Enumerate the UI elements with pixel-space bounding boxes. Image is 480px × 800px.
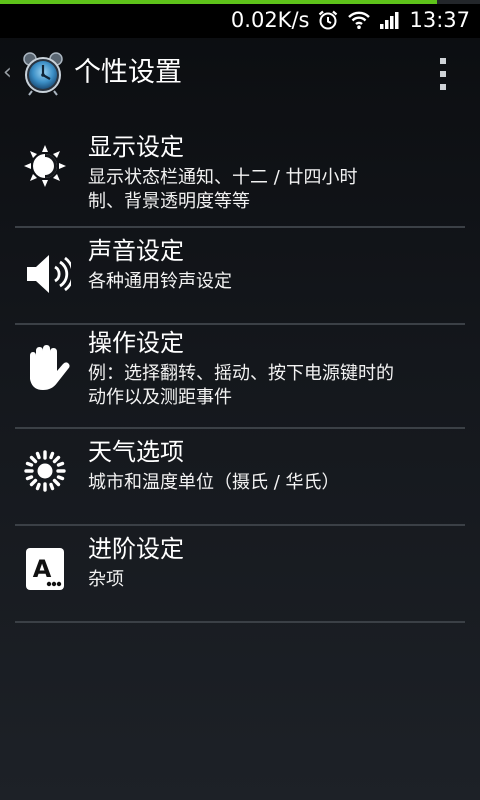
svg-text:A: A (33, 555, 52, 583)
page-title: 个性设置 (74, 57, 182, 88)
speaker-icon (23, 250, 75, 302)
summary-line: 制、背景透明度等等 (88, 191, 250, 212)
wifi-icon (347, 10, 371, 30)
settings-item-weather[interactable]: 天气选项 城市和温度单位（摄氏 / 华氏） (15, 429, 465, 526)
settings-item-advanced[interactable]: A 进阶设定 杂项 (15, 526, 465, 623)
status-indicators: 0.02K/s 13:37 (231, 6, 470, 34)
summary-line: 动作以及测距事件 (88, 387, 232, 408)
clock-time: 13:37 (409, 8, 470, 32)
settings-item-text: 操作设定 例：选择翻转、摇动、按下电源键时的 动作以及测距事件 (88, 328, 394, 410)
summary-line: 各种通用铃声设定 (88, 271, 232, 292)
settings-item-title: 声音设定 (88, 237, 184, 265)
alarm-clock-app-icon[interactable] (20, 50, 66, 100)
signal-icon (379, 10, 401, 30)
net-speed: 0.02K/s (230, 8, 310, 32)
settings-item-summary: 显示状态栏通知、十二 / 廿四小时 制、背景透明度等等 (88, 166, 358, 214)
settings-item-text: 天气选项 城市和温度单位（摄氏 / 华氏） (88, 437, 340, 495)
settings-item-operation[interactable]: 操作设定 例：选择翻转、摇动、按下电源键时的 动作以及测距事件 (15, 325, 465, 429)
summary-line: 杂项 (88, 569, 124, 590)
settings-item-text: 进阶设定 杂项 (88, 534, 184, 592)
settings-item-summary: 例：选择翻转、摇动、按下电源键时的 动作以及测距事件 (88, 362, 394, 410)
settings-item-title: 进阶设定 (88, 535, 184, 563)
overflow-menu-icon[interactable] (436, 58, 450, 90)
download-progress-track (0, 0, 480, 4)
download-progress-bar (0, 0, 437, 4)
back-chevron-icon[interactable]: ‹ (3, 62, 12, 84)
advanced-icon: A (23, 546, 67, 596)
brightness-icon (23, 144, 67, 192)
summary-line: 显示状态栏通知、十二 / 廿四小时 (88, 167, 358, 188)
settings-item-text: 声音设定 各种通用铃声设定 (88, 236, 232, 294)
status-bar: 0.02K/s 13:37 (0, 0, 480, 38)
settings-item-summary: 各种通用铃声设定 (88, 270, 232, 294)
summary-line: 城市和温度单位（摄氏 / 华氏） (88, 472, 340, 493)
sun-icon (23, 449, 67, 497)
settings-item-sound[interactable]: 声音设定 各种通用铃声设定 (15, 228, 465, 325)
screen: 0.02K/s 13:37 ‹ 个性设置 显示设定 显示状态栏通知、十二 / 廿… (0, 0, 480, 800)
settings-item-title: 操作设定 (88, 329, 184, 357)
summary-line: 例：选择翻转、摇动、按下电源键时的 (88, 363, 394, 384)
settings-item-text: 显示设定 显示状态栏通知、十二 / 廿四小时 制、背景透明度等等 (88, 132, 358, 214)
settings-item-title: 天气选项 (88, 438, 184, 466)
settings-item-summary: 城市和温度单位（摄氏 / 华氏） (88, 471, 340, 495)
action-bar: ‹ 个性设置 (0, 38, 480, 110)
settings-item-title: 显示设定 (88, 133, 184, 161)
hand-icon (23, 343, 73, 397)
settings-item-summary: 杂项 (88, 568, 184, 592)
alarm-icon (317, 9, 339, 31)
settings-list: 显示设定 显示状态栏通知、十二 / 廿四小时 制、背景透明度等等 声音设定 各种… (15, 128, 465, 623)
settings-item-display[interactable]: 显示设定 显示状态栏通知、十二 / 廿四小时 制、背景透明度等等 (15, 128, 465, 228)
